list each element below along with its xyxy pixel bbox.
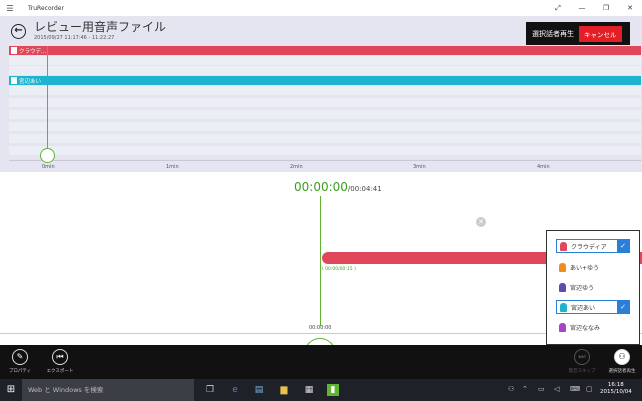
axis-label: 4min [537, 164, 550, 170]
taskbar-clock[interactable]: 16:18 2015/10/04 [600, 382, 632, 396]
person-icon [559, 322, 566, 332]
notification-icon[interactable]: ▢ [586, 385, 593, 393]
track-row [9, 122, 641, 131]
overview-playhead-handle[interactable] [40, 148, 55, 163]
store-icon[interactable]: ▤ [253, 384, 265, 396]
silence-skip-button[interactable]: ⏭ 無音スキップ [564, 349, 600, 374]
minimize-button[interactable]: — [570, 0, 594, 16]
current-time: 00:00:00 [294, 180, 348, 194]
person-icon[interactable]: ⚇ [508, 385, 514, 393]
page-title: レビュー用音声ファイル [34, 20, 167, 34]
pencil-icon: ✎ [12, 349, 28, 365]
overview-playhead [47, 46, 48, 151]
track-row [9, 98, 641, 107]
track-row[interactable] [9, 76, 641, 85]
track-row[interactable] [9, 46, 641, 55]
overview-axis-line [9, 160, 641, 161]
network-icon[interactable]: ▭ [538, 385, 545, 393]
restore-button[interactable]: ❐ [594, 0, 618, 16]
detail-playhead [320, 196, 321, 326]
back-button[interactable]: ← [11, 24, 26, 39]
file-explorer-icon[interactable]: ▆ [278, 384, 290, 396]
fullscreen-icon[interactable]: ⤢ [546, 0, 570, 16]
track-row[interactable] [9, 56, 641, 65]
taskbar-search[interactable]: Web と Windows を検索 [22, 379, 194, 401]
properties-button[interactable]: ✎ プロパティ [2, 349, 38, 374]
segment-time-label: ( 00:00/00:15 ) [322, 267, 356, 272]
track-label: クラウデ... [9, 46, 47, 55]
axis-label: 2min [290, 164, 303, 170]
recording-date-range: 2015/09/27 11:17:46 - 11:22:27 [34, 35, 115, 41]
play-selected-speaker-button[interactable]: ⚇ 選択話者再生 [604, 349, 640, 374]
overview-time-axis: 0min 1min 2min 3min 4min [0, 164, 600, 172]
speaker-play-icon: ⚇ [614, 349, 630, 365]
skip-icon: ⏭ [574, 349, 590, 365]
track-row [9, 146, 641, 155]
cursor-time: 00:00:00 [309, 325, 332, 331]
keyboard-icon[interactable]: ⌨ [570, 385, 580, 393]
current-time-display: 00:00:00/00:04:41 [294, 180, 382, 194]
trurecorder-app-icon[interactable]: ▮ [327, 384, 339, 396]
speaker-item[interactable]: 宮辺ゆう [556, 280, 630, 294]
person-icon [11, 77, 17, 84]
windows-taskbar: ⊞ Web と Windows を検索 ❐ e ▤ ▆ ▦ ▮ ⚇ ⌃ ▭ ◁ … [0, 379, 642, 401]
close-icon[interactable]: ✕ [476, 217, 486, 227]
person-icon [560, 302, 567, 312]
axis-label: 1min [166, 164, 179, 170]
export-icon: ⏮ [52, 349, 68, 365]
app-bar: ✎ プロパティ ⏮ エクスポート ⏭ 無音スキップ ⚇ 選択話者再生 [0, 345, 642, 379]
cancel-button[interactable]: キャンセル [579, 25, 622, 42]
track-label: 宮辺あい [9, 76, 47, 85]
task-view-icon[interactable]: ❐ [204, 384, 216, 396]
track-row[interactable] [9, 66, 641, 75]
track-row[interactable] [9, 86, 641, 95]
speaker-item[interactable]: クラウディア ✓ [556, 239, 630, 253]
total-time: /00:04:41 [347, 185, 382, 193]
speaker-select-popup: クラウディア ✓ あい+ゆう 宮辺ゆう 宮辺あい ✓ 宮辺ななみ [546, 230, 640, 345]
track-overview[interactable]: クラウデ... 宮辺あい [0, 46, 642, 172]
speaker-item[interactable]: 宮辺あい ✓ [556, 300, 630, 314]
chevron-up-icon[interactable]: ⌃ [522, 385, 528, 393]
person-icon [11, 47, 17, 54]
selected-speaker-play-panel: 選択話者再生 キャンセル [526, 22, 630, 45]
speaker-item[interactable]: 宮辺ななみ [556, 320, 630, 334]
axis-label: 3min [413, 164, 426, 170]
track-row [9, 134, 641, 143]
play-selected-label: 選択話者再生 [532, 29, 574, 38]
window-controls: ⤢ — ❐ ✕ [546, 0, 642, 16]
page-header: ← レビュー用音声ファイル 2015/09/27 11:17:46 - 11:2… [0, 16, 642, 46]
edge-browser-icon[interactable]: e [229, 384, 241, 396]
speaker-volume-icon[interactable]: ◁ [554, 385, 559, 393]
close-button[interactable]: ✕ [618, 0, 642, 16]
person-icon [560, 241, 567, 251]
hamburger-menu-icon[interactable]: ☰ [2, 4, 18, 13]
track-row [9, 110, 641, 119]
speaker-item[interactable]: あい+ゆう [556, 260, 630, 274]
check-icon: ✓ [617, 301, 629, 313]
calculator-icon[interactable]: ▦ [303, 384, 315, 396]
person-icon [559, 262, 566, 272]
windows-start-icon[interactable]: ⊞ [0, 379, 22, 401]
person-icon [559, 282, 566, 292]
check-icon: ✓ [617, 240, 629, 252]
axis-label: 0min [42, 164, 55, 170]
app-title: TruRecorder [28, 4, 64, 12]
export-button[interactable]: ⏮ エクスポート [42, 349, 78, 374]
